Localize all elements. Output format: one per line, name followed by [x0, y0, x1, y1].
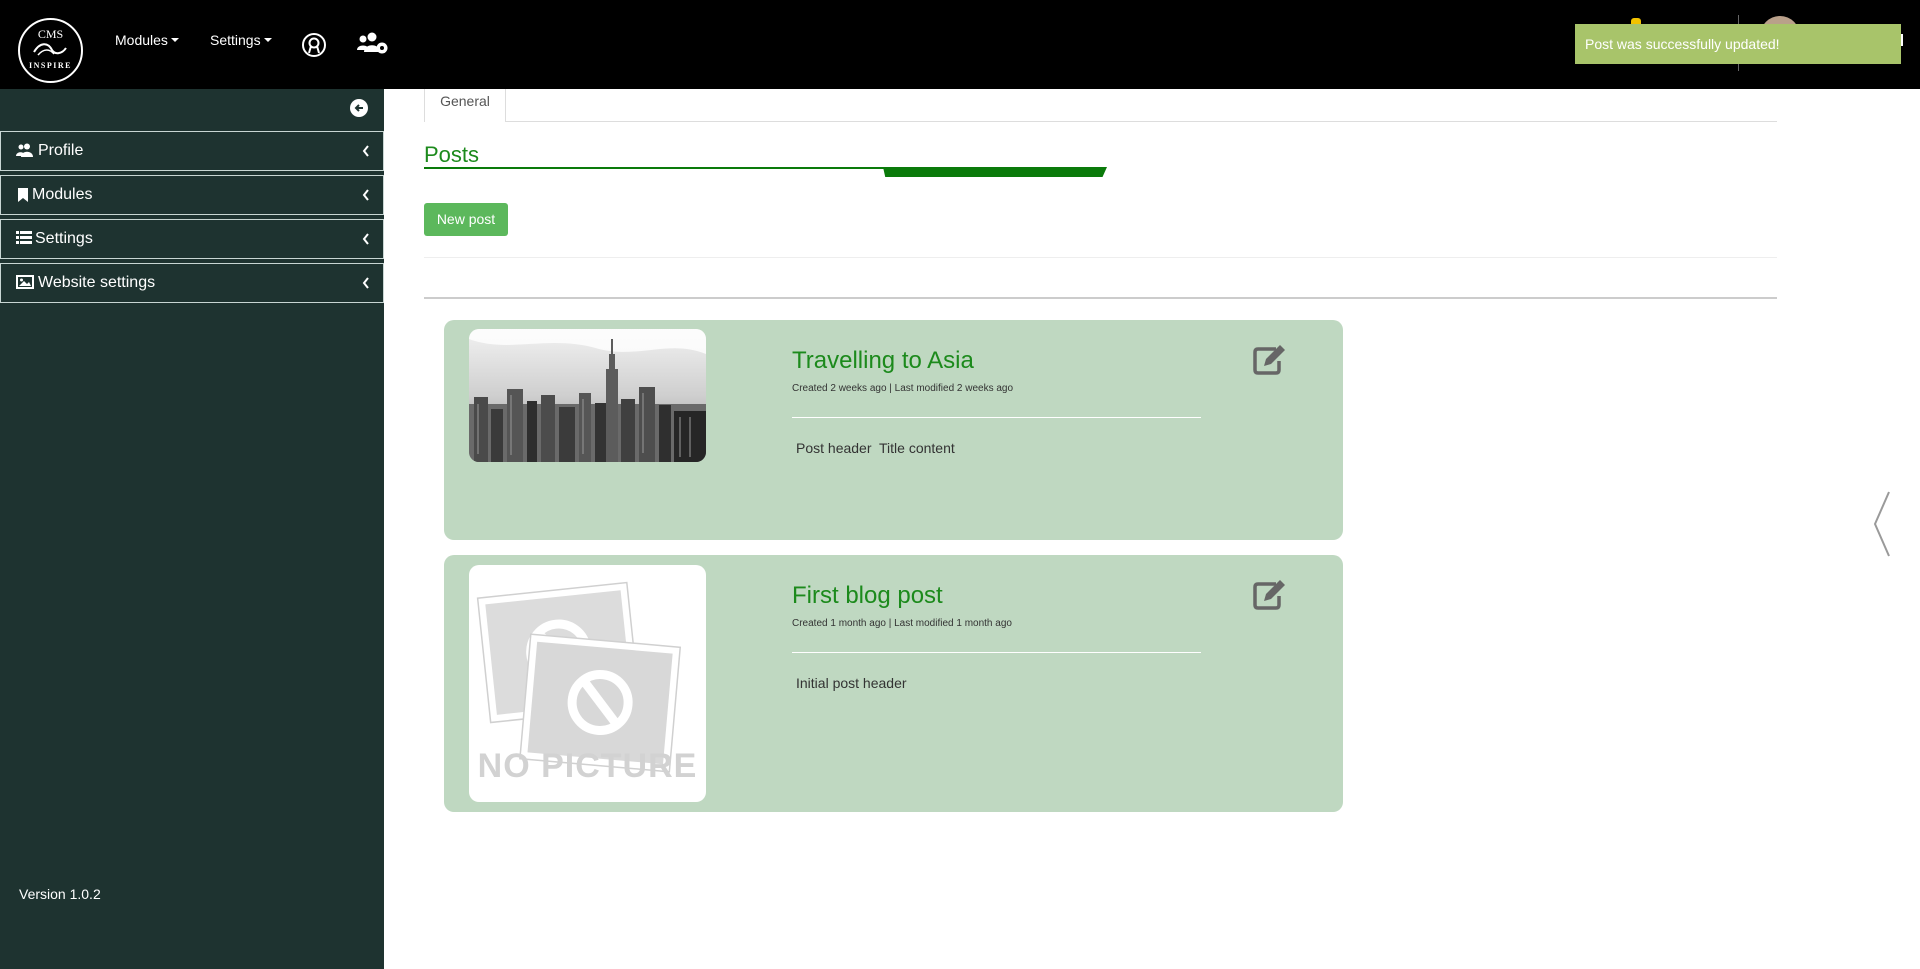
sidebar-item-label: Modules — [32, 186, 93, 203]
city-skyline-image — [469, 329, 706, 462]
toast-edge — [1901, 34, 1903, 46]
page-title: Posts — [424, 142, 480, 167]
sidebar: Profile Modules Settings Website setting… — [0, 89, 384, 969]
post-divider — [792, 417, 1201, 418]
post-meta: Created 2 weeks ago | Last modified 2 we… — [792, 383, 1014, 394]
sidebar-item-profile[interactable]: Profile — [0, 131, 384, 171]
top-navbar: CMS INSPIRE Modules Settings Post was su… — [0, 0, 1920, 89]
post-card: NO PICTURE First blog post Created 1 mon… — [444, 555, 1343, 812]
cms-logo[interactable]: CMS INSPIRE — [18, 18, 83, 83]
new-post-button[interactable]: New post — [424, 203, 508, 236]
users-cog-icon[interactable] — [356, 32, 390, 61]
chevron-left-icon — [362, 144, 370, 162]
sidebar-item-settings[interactable]: Settings — [0, 219, 384, 259]
success-toast: Post was successfully updated! — [1575, 24, 1901, 64]
sidebar-item-website-settings[interactable]: Website settings — [0, 263, 384, 303]
nav-modules-dropdown[interactable]: Modules — [115, 32, 179, 48]
divider — [424, 257, 1777, 258]
chevron-left-icon — [362, 276, 370, 294]
collapse-sidebar-icon[interactable] — [350, 99, 368, 117]
chevron-left-icon — [362, 188, 370, 206]
edit-icon[interactable] — [1252, 343, 1288, 380]
post-meta: Created 1 month ago | Last modified 1 mo… — [792, 618, 1012, 629]
post-excerpt: Initial post header — [796, 675, 907, 691]
sidebar-item-label: Settings — [35, 230, 93, 247]
users-icon — [16, 143, 34, 164]
version-label: Version 1.0.2 — [19, 886, 101, 902]
caret-down-icon — [263, 38, 272, 43]
divider — [424, 297, 1777, 299]
post-title[interactable]: First blog post — [792, 582, 943, 610]
chevron-left-icon — [362, 232, 370, 250]
sidebar-item-modules[interactable]: Modules — [0, 175, 384, 215]
post-excerpt: Post header Title content — [796, 440, 955, 456]
post-thumbnail[interactable]: NO PICTURE — [469, 565, 706, 802]
tab-general[interactable]: General — [424, 89, 506, 122]
post-thumbnail[interactable] — [469, 329, 706, 462]
title-underline-accent — [883, 167, 1107, 177]
sidebar-item-label: Website settings — [38, 274, 156, 291]
sidebar-item-label: Profile — [38, 142, 84, 159]
nav-settings-label: Settings — [210, 32, 261, 48]
chevron-left-icon[interactable] — [1872, 490, 1892, 563]
caret-down-icon — [170, 38, 179, 43]
list-icon — [16, 231, 32, 250]
image-icon — [16, 275, 34, 294]
edit-icon[interactable] — [1252, 578, 1288, 615]
support-icon[interactable] — [301, 32, 327, 63]
post-title[interactable]: Travelling to Asia — [792, 347, 974, 375]
post-divider — [792, 652, 1201, 653]
wave-icon — [33, 43, 67, 56]
bookmark-icon — [16, 187, 30, 208]
title-underline — [424, 167, 884, 169]
post-card: Travelling to Asia Created 2 weeks ago |… — [444, 320, 1343, 540]
nav-modules-label: Modules — [115, 32, 168, 48]
logo-text-bottom: INSPIRE — [29, 61, 72, 70]
nav-settings-dropdown[interactable]: Settings — [210, 32, 272, 48]
tab-divider — [506, 121, 1777, 122]
no-picture-text: NO PICTURE — [477, 747, 698, 785]
